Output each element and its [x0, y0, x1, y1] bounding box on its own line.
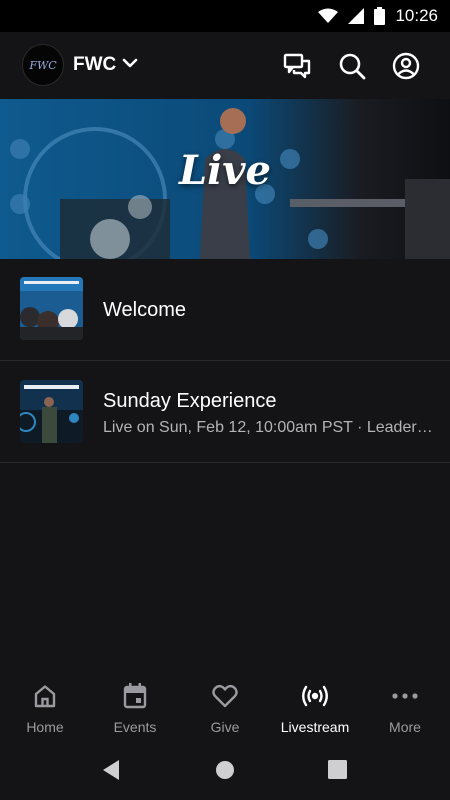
- content-list: Welcome Sunday Experience Live on Sun, F…: [0, 259, 450, 463]
- item-title: Sunday Experience: [103, 390, 277, 412]
- tab-more[interactable]: More: [360, 671, 450, 741]
- tab-label: Home: [26, 719, 64, 735]
- wifi-icon: [318, 8, 339, 23]
- profile-button[interactable]: [391, 51, 421, 81]
- recents-icon[interactable]: [328, 760, 347, 779]
- tab-home[interactable]: Home: [0, 671, 90, 741]
- org-name[interactable]: FWC: [73, 54, 116, 76]
- status-time: 10:26: [395, 6, 438, 25]
- account-circle-icon: [392, 52, 420, 80]
- hero-title: Live: [178, 147, 271, 194]
- tab-label: More: [389, 719, 421, 735]
- tab-events[interactable]: Events: [90, 671, 180, 741]
- list-item[interactable]: Welcome: [0, 259, 450, 361]
- system-navigation-bar: [0, 741, 450, 800]
- back-icon[interactable]: [101, 759, 121, 781]
- org-logo[interactable]: FWC: [22, 44, 64, 86]
- hero-banner: Live: [0, 99, 450, 259]
- messages-button[interactable]: [282, 51, 312, 81]
- item-subtitle: Live on Sun, Feb 12, 10:00am PST · Leade…: [103, 419, 433, 436]
- item-thumbnail: [20, 277, 83, 340]
- chat-icon: [283, 53, 311, 79]
- battery-icon: [374, 7, 386, 25]
- list-item[interactable]: Sunday Experience Live on Sun, Feb 12, 1…: [0, 361, 450, 463]
- status-icons: 10:26: [318, 0, 438, 32]
- tab-label: Livestream: [280, 719, 350, 735]
- more-icon: [392, 693, 418, 699]
- item-thumbnail: [20, 380, 83, 443]
- search-button[interactable]: [337, 51, 367, 81]
- logo-text: FWC: [29, 58, 57, 72]
- broadcast-icon: [302, 685, 328, 707]
- search-icon: [339, 53, 366, 80]
- chevron-down-icon[interactable]: [122, 56, 138, 70]
- item-title: Welcome: [103, 299, 186, 321]
- tab-livestream[interactable]: Livestream: [270, 671, 360, 741]
- status-bar: 10:26: [0, 0, 450, 32]
- cell-signal-icon: [348, 8, 365, 24]
- tab-label: Events: [113, 719, 157, 735]
- app-header: FWC FWC: [0, 32, 450, 99]
- home-nav-icon[interactable]: [215, 760, 235, 780]
- tab-give[interactable]: Give: [180, 671, 270, 741]
- home-icon: [34, 685, 56, 708]
- bottom-tab-bar: Home Events Give Livestream More: [0, 671, 450, 741]
- calendar-icon: [123, 683, 147, 709]
- tab-label: Give: [210, 719, 240, 735]
- heart-icon: [212, 684, 238, 708]
